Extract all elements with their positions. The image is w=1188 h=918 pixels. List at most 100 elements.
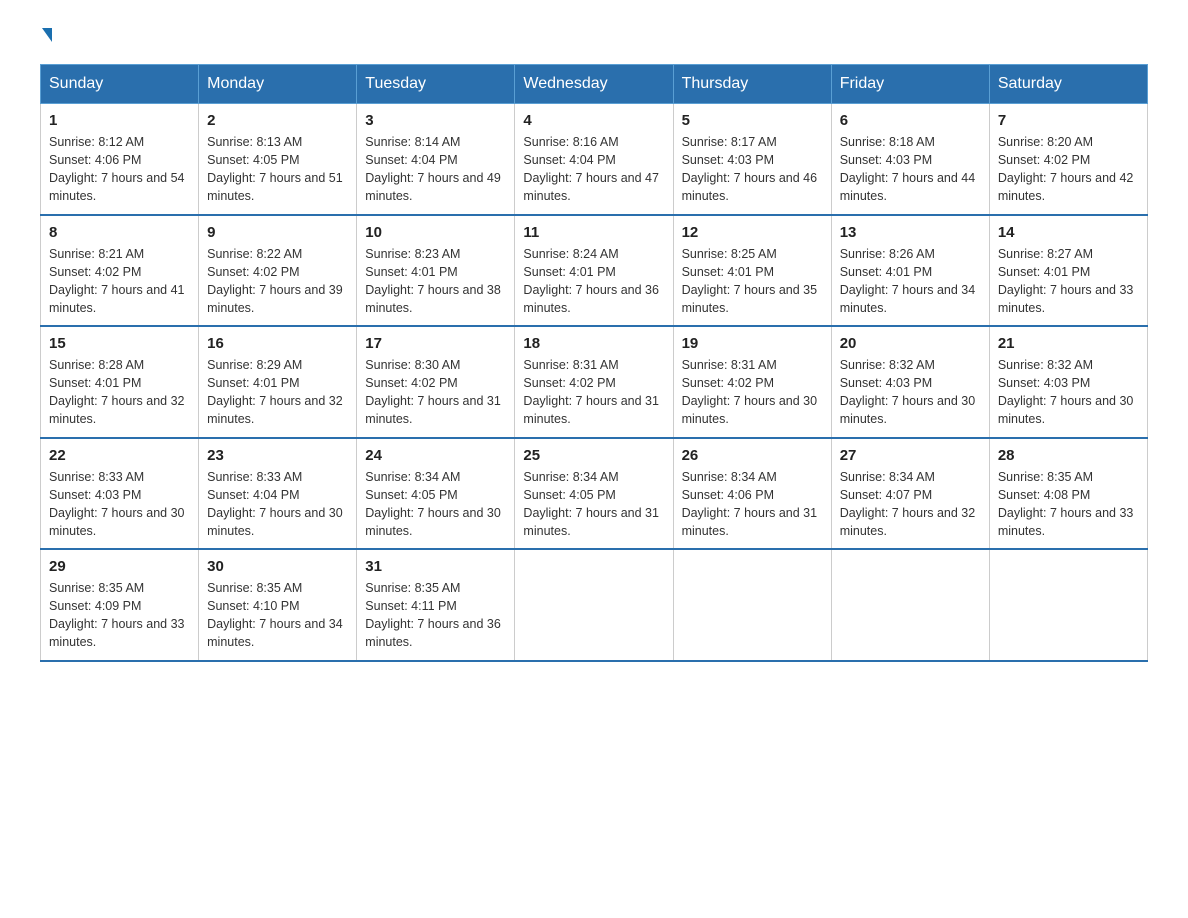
- day-number: 18: [523, 335, 664, 352]
- day-number: 3: [365, 112, 506, 129]
- day-info: Sunrise: 8:22 AMSunset: 4:02 PMDaylight:…: [207, 245, 348, 318]
- calendar-day-cell: 21 Sunrise: 8:32 AMSunset: 4:03 PMDaylig…: [989, 326, 1147, 438]
- day-info: Sunrise: 8:35 AMSunset: 4:11 PMDaylight:…: [365, 579, 506, 652]
- calendar-day-cell: 22 Sunrise: 8:33 AMSunset: 4:03 PMDaylig…: [41, 438, 199, 550]
- day-number: 8: [49, 224, 190, 241]
- calendar-day-cell: 11 Sunrise: 8:24 AMSunset: 4:01 PMDaylig…: [515, 215, 673, 327]
- calendar-day-cell: 9 Sunrise: 8:22 AMSunset: 4:02 PMDayligh…: [199, 215, 357, 327]
- day-info: Sunrise: 8:23 AMSunset: 4:01 PMDaylight:…: [365, 245, 506, 318]
- day-number: 12: [682, 224, 823, 241]
- day-info: Sunrise: 8:34 AMSunset: 4:07 PMDaylight:…: [840, 468, 981, 541]
- day-number: 13: [840, 224, 981, 241]
- calendar-day-cell: 25 Sunrise: 8:34 AMSunset: 4:05 PMDaylig…: [515, 438, 673, 550]
- calendar-day-cell: 18 Sunrise: 8:31 AMSunset: 4:02 PMDaylig…: [515, 326, 673, 438]
- calendar-day-cell: 26 Sunrise: 8:34 AMSunset: 4:06 PMDaylig…: [673, 438, 831, 550]
- calendar-day-cell: 20 Sunrise: 8:32 AMSunset: 4:03 PMDaylig…: [831, 326, 989, 438]
- calendar-day-cell: 12 Sunrise: 8:25 AMSunset: 4:01 PMDaylig…: [673, 215, 831, 327]
- calendar-week-row: 22 Sunrise: 8:33 AMSunset: 4:03 PMDaylig…: [41, 438, 1148, 550]
- day-info: Sunrise: 8:28 AMSunset: 4:01 PMDaylight:…: [49, 356, 190, 429]
- day-info: Sunrise: 8:34 AMSunset: 4:05 PMDaylight:…: [523, 468, 664, 541]
- day-number: 19: [682, 335, 823, 352]
- day-number: 17: [365, 335, 506, 352]
- day-info: Sunrise: 8:26 AMSunset: 4:01 PMDaylight:…: [840, 245, 981, 318]
- calendar-day-cell: 29 Sunrise: 8:35 AMSunset: 4:09 PMDaylig…: [41, 549, 199, 661]
- day-number: 4: [523, 112, 664, 129]
- day-number: 7: [998, 112, 1139, 129]
- calendar-day-cell: 30 Sunrise: 8:35 AMSunset: 4:10 PMDaylig…: [199, 549, 357, 661]
- day-info: Sunrise: 8:13 AMSunset: 4:05 PMDaylight:…: [207, 133, 348, 206]
- calendar-day-cell: 16 Sunrise: 8:29 AMSunset: 4:01 PMDaylig…: [199, 326, 357, 438]
- day-info: Sunrise: 8:21 AMSunset: 4:02 PMDaylight:…: [49, 245, 190, 318]
- logo-triangle-icon: [42, 28, 52, 42]
- calendar-week-row: 29 Sunrise: 8:35 AMSunset: 4:09 PMDaylig…: [41, 549, 1148, 661]
- calendar-day-header: Wednesday: [515, 65, 673, 104]
- day-number: 30: [207, 558, 348, 575]
- calendar-day-cell: 31 Sunrise: 8:35 AMSunset: 4:11 PMDaylig…: [357, 549, 515, 661]
- day-info: Sunrise: 8:32 AMSunset: 4:03 PMDaylight:…: [998, 356, 1139, 429]
- day-number: 1: [49, 112, 190, 129]
- day-number: 14: [998, 224, 1139, 241]
- day-number: 2: [207, 112, 348, 129]
- calendar-day-header: Tuesday: [357, 65, 515, 104]
- page-header: [40, 30, 1148, 44]
- day-info: Sunrise: 8:35 AMSunset: 4:09 PMDaylight:…: [49, 579, 190, 652]
- day-info: Sunrise: 8:27 AMSunset: 4:01 PMDaylight:…: [998, 245, 1139, 318]
- day-info: Sunrise: 8:31 AMSunset: 4:02 PMDaylight:…: [682, 356, 823, 429]
- day-info: Sunrise: 8:25 AMSunset: 4:01 PMDaylight:…: [682, 245, 823, 318]
- calendar-day-header: Sunday: [41, 65, 199, 104]
- calendar-table: SundayMondayTuesdayWednesdayThursdayFrid…: [40, 64, 1148, 662]
- calendar-day-cell: 17 Sunrise: 8:30 AMSunset: 4:02 PMDaylig…: [357, 326, 515, 438]
- day-info: Sunrise: 8:12 AMSunset: 4:06 PMDaylight:…: [49, 133, 190, 206]
- calendar-day-header: Saturday: [989, 65, 1147, 104]
- day-number: 9: [207, 224, 348, 241]
- calendar-day-cell: 24 Sunrise: 8:34 AMSunset: 4:05 PMDaylig…: [357, 438, 515, 550]
- calendar-day-cell: 15 Sunrise: 8:28 AMSunset: 4:01 PMDaylig…: [41, 326, 199, 438]
- calendar-week-row: 8 Sunrise: 8:21 AMSunset: 4:02 PMDayligh…: [41, 215, 1148, 327]
- calendar-day-cell: 2 Sunrise: 8:13 AMSunset: 4:05 PMDayligh…: [199, 104, 357, 215]
- day-info: Sunrise: 8:16 AMSunset: 4:04 PMDaylight:…: [523, 133, 664, 206]
- day-number: 31: [365, 558, 506, 575]
- calendar-day-header: Monday: [199, 65, 357, 104]
- calendar-day-cell: [515, 549, 673, 661]
- calendar-week-row: 1 Sunrise: 8:12 AMSunset: 4:06 PMDayligh…: [41, 104, 1148, 215]
- calendar-day-cell: 6 Sunrise: 8:18 AMSunset: 4:03 PMDayligh…: [831, 104, 989, 215]
- day-number: 11: [523, 224, 664, 241]
- calendar-day-cell: 19 Sunrise: 8:31 AMSunset: 4:02 PMDaylig…: [673, 326, 831, 438]
- calendar-day-header: Friday: [831, 65, 989, 104]
- day-number: 10: [365, 224, 506, 241]
- day-number: 27: [840, 447, 981, 464]
- calendar-day-cell: 23 Sunrise: 8:33 AMSunset: 4:04 PMDaylig…: [199, 438, 357, 550]
- calendar-day-cell: 1 Sunrise: 8:12 AMSunset: 4:06 PMDayligh…: [41, 104, 199, 215]
- calendar-day-cell: 5 Sunrise: 8:17 AMSunset: 4:03 PMDayligh…: [673, 104, 831, 215]
- day-number: 15: [49, 335, 190, 352]
- day-info: Sunrise: 8:20 AMSunset: 4:02 PMDaylight:…: [998, 133, 1139, 206]
- day-info: Sunrise: 8:29 AMSunset: 4:01 PMDaylight:…: [207, 356, 348, 429]
- day-number: 6: [840, 112, 981, 129]
- day-number: 16: [207, 335, 348, 352]
- day-number: 28: [998, 447, 1139, 464]
- day-number: 5: [682, 112, 823, 129]
- day-info: Sunrise: 8:24 AMSunset: 4:01 PMDaylight:…: [523, 245, 664, 318]
- day-number: 25: [523, 447, 664, 464]
- calendar-day-cell: 28 Sunrise: 8:35 AMSunset: 4:08 PMDaylig…: [989, 438, 1147, 550]
- day-number: 29: [49, 558, 190, 575]
- calendar-day-cell: 14 Sunrise: 8:27 AMSunset: 4:01 PMDaylig…: [989, 215, 1147, 327]
- calendar-day-cell: [831, 549, 989, 661]
- day-info: Sunrise: 8:33 AMSunset: 4:03 PMDaylight:…: [49, 468, 190, 541]
- calendar-day-cell: 13 Sunrise: 8:26 AMSunset: 4:01 PMDaylig…: [831, 215, 989, 327]
- day-number: 23: [207, 447, 348, 464]
- day-info: Sunrise: 8:35 AMSunset: 4:10 PMDaylight:…: [207, 579, 348, 652]
- calendar-day-cell: [989, 549, 1147, 661]
- calendar-day-cell: 4 Sunrise: 8:16 AMSunset: 4:04 PMDayligh…: [515, 104, 673, 215]
- calendar-day-cell: 3 Sunrise: 8:14 AMSunset: 4:04 PMDayligh…: [357, 104, 515, 215]
- calendar-day-cell: 7 Sunrise: 8:20 AMSunset: 4:02 PMDayligh…: [989, 104, 1147, 215]
- day-info: Sunrise: 8:31 AMSunset: 4:02 PMDaylight:…: [523, 356, 664, 429]
- logo: [40, 30, 52, 44]
- day-info: Sunrise: 8:32 AMSunset: 4:03 PMDaylight:…: [840, 356, 981, 429]
- day-info: Sunrise: 8:35 AMSunset: 4:08 PMDaylight:…: [998, 468, 1139, 541]
- day-number: 24: [365, 447, 506, 464]
- day-info: Sunrise: 8:33 AMSunset: 4:04 PMDaylight:…: [207, 468, 348, 541]
- calendar-day-cell: 10 Sunrise: 8:23 AMSunset: 4:01 PMDaylig…: [357, 215, 515, 327]
- day-number: 21: [998, 335, 1139, 352]
- day-number: 20: [840, 335, 981, 352]
